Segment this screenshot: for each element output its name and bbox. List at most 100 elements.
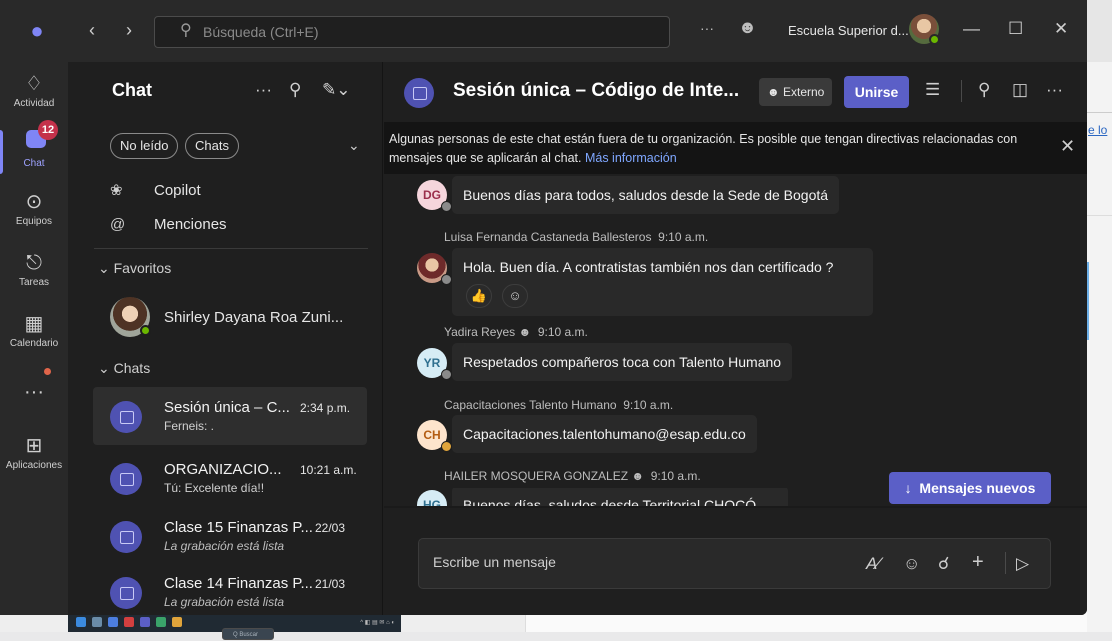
conversation-time: 22/03 [315,521,345,535]
filter-unread[interactable]: No leído [110,133,178,159]
rail-teams[interactable]: ⊙ Equipos [0,190,68,227]
system-tray: ^ ◧ ▤ ✉ ⌂ ◐ [360,619,401,626]
chevron-down-icon[interactable]: ⌄ [348,137,360,154]
status-icon [441,441,452,452]
message-time: 9:10 a.m. [658,230,708,244]
people-icon[interactable]: ☻ [738,17,757,38]
chats-header[interactable]: ⌄ Chats [98,360,150,377]
more-options-icon[interactable]: ··· [255,80,272,100]
taskbar-app-icon[interactable] [108,617,118,627]
teams-logo-icon: ● [24,18,50,44]
more-apps-icon: ··· [0,380,68,404]
people-icon: ☻ [519,325,532,339]
new-chat-icon[interactable]: ✎⌄ [322,80,351,100]
loop-icon[interactable]: ☌ [938,554,949,574]
conversation-item[interactable]: Clase 15 Finanzas P... 22/03 La grabació… [93,507,367,565]
message-time: 9:10 a.m. [538,325,588,339]
shortcut-copilot-label: Copilot [154,182,201,199]
conversation-name: Clase 15 Finanzas P... [164,519,313,536]
rail-tasks[interactable]: ⎋ Tareas [0,251,68,288]
external-label: Externo [783,85,824,99]
conversation-time: 2:34 p.m. [300,401,350,415]
message-meta: Capacitaciones Talento Humano 9:10 a.m. [444,398,673,412]
message-bubble[interactable]: Respetados compañeros toca con Talento H… [452,343,792,381]
conversation-item[interactable]: Clase 14 Finanzas P... 21/03 La grabació… [93,563,367,615]
rail-calendar[interactable]: ▦ Calendario [0,312,68,349]
filter-chats[interactable]: Chats [185,133,239,159]
message-meta: Yadira Reyes ☻ 9:10 a.m. [444,325,588,339]
thumbs-up-reaction-icon[interactable]: 👍 [466,284,492,308]
message-author: HAILER MOSQUERA GONZALEZ [444,469,628,483]
chat-title[interactable]: Sesión única – Código de Inte... [453,80,739,102]
status-icon [441,274,452,285]
favorites-header-label: Favoritos [114,260,172,276]
conversation-preview: La grabación está lista [164,595,284,609]
favorite-contact[interactable]: Shirley Dayana Roa Zuni... [164,309,343,326]
chat-list-title: Chat [112,80,152,101]
external-badge: ☻ Externo [759,78,832,106]
conversation-name: Clase 14 Finanzas P... [164,575,313,592]
search-icon[interactable]: ⚲ [978,80,990,100]
more-options-icon[interactable]: ··· [1046,80,1063,100]
forward-icon[interactable]: › [126,20,132,40]
conversation-preview: Ferneis: . [164,419,214,433]
conversation-preview: Tú: Excelente día!! [164,481,264,495]
taskbar-app-icon[interactable] [172,617,182,627]
organization-name[interactable]: Escuela Superior d... [788,23,909,38]
favorites-header[interactable]: ⌄ Favoritos [98,260,171,277]
rail-teams-label: Equipos [0,216,68,227]
minimize-icon[interactable]: — [963,19,980,39]
message-input[interactable]: Escribe un mensaje [433,554,556,570]
taskbar-app-icon[interactable] [124,617,134,627]
avatar[interactable]: HG [417,490,447,506]
chat-info-icon[interactable]: ☰ [925,80,940,100]
message-bubble[interactable]: Capacitaciones.talentohumano@esap.edu.co [452,415,757,453]
message-time: 9:10 a.m. [651,469,701,483]
status-icon [441,369,452,380]
status-icon [441,201,452,212]
search-input[interactable]: Búsqueda (Ctrl+E) [154,16,670,48]
shortcut-copilot[interactable]: ❀Copilot [110,181,201,199]
search-icon[interactable]: ⚲ [289,80,301,100]
taskbar-app-icon[interactable] [92,617,102,627]
join-button[interactable]: Unirse [844,76,909,108]
shortcut-mentions[interactable]: @Menciones [110,216,227,233]
emoji-icon[interactable]: ☺ [903,554,920,574]
taskbar-search[interactable]: Q Buscar [222,628,274,640]
learn-more-link[interactable]: Más información [585,151,677,165]
popout-icon[interactable]: ◫ [1012,80,1028,100]
message-meta: Luisa Fernanda Castaneda Ballesteros 9:1… [444,230,708,244]
add-icon[interactable]: + [972,551,984,574]
rail-more[interactable]: ··· [0,380,68,404]
message-time: 9:10 a.m. [623,398,673,412]
send-icon[interactable]: ▷ [1016,554,1029,574]
taskbar-app-icon[interactable] [156,617,166,627]
format-icon[interactable]: A⁄ [866,554,880,574]
presence-icon [929,34,940,45]
new-messages-label: Mensajes nuevos [919,480,1035,496]
conversation-time: 10:21 a.m. [300,463,357,477]
start-icon[interactable] [76,617,86,627]
at-icon: @ [110,216,136,233]
new-messages-button[interactable]: ↓ Mensajes nuevos [889,472,1051,504]
windows-taskbar: Q Buscar ^ ◧ ▤ ✉ ⌂ ◐ [68,612,401,632]
background-link[interactable]: e lo [1088,123,1107,137]
back-icon[interactable]: ‹ [89,20,95,40]
close-icon[interactable]: ✕ [1060,136,1075,157]
maximize-icon[interactable]: ☐ [1008,19,1023,39]
taskbar-app-icon[interactable] [140,617,150,627]
more-options-icon[interactable]: ··· [700,20,714,36]
conversation-name: ORGANIZACIO... [164,461,282,478]
message-bubble[interactable]: Buenos días para todos, saludos desde la… [452,176,839,214]
message-bubble[interactable]: Buenos días, saludos desde Territorial C… [452,488,788,506]
rail-apps[interactable]: ⊞ Aplicaciones [0,434,68,471]
conversation-item[interactable]: Sesión única – C... 2:34 p.m. Ferneis: . [93,387,367,445]
add-reaction-icon[interactable]: ☺ [502,284,528,308]
rail-calendar-label: Calendario [0,338,68,349]
conversation-item[interactable]: ORGANIZACIO... 10:21 a.m. Tú: Excelente … [93,449,367,507]
rail-chat[interactable]: Chat [0,156,68,169]
close-icon[interactable]: ✕ [1054,19,1068,39]
meeting-chat-icon [110,401,142,433]
rail-activity[interactable]: ♢ Actividad [0,72,68,109]
chats-header-label: Chats [114,360,151,376]
